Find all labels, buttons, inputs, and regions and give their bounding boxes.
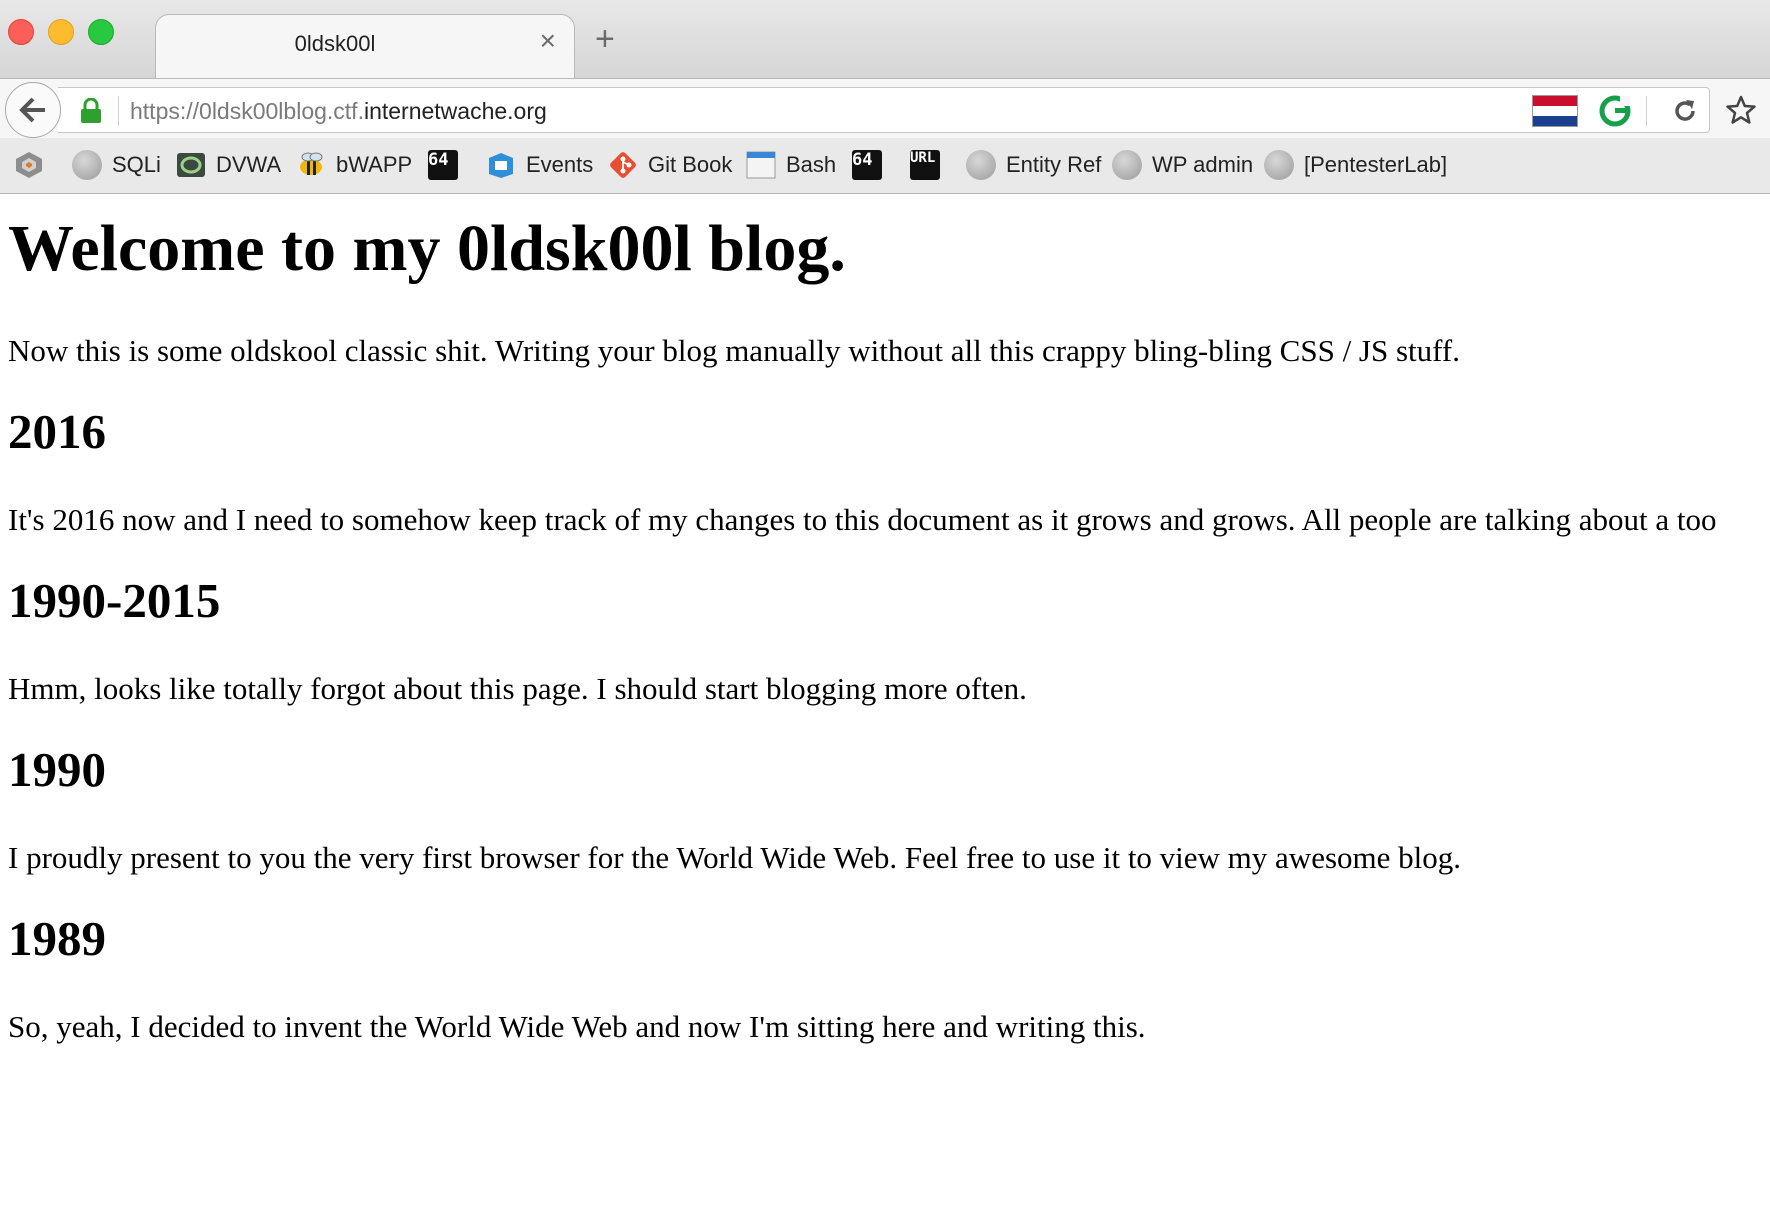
base64-icon: 64: [852, 150, 882, 180]
address-separator: [118, 96, 119, 126]
bookmark-label: Events: [526, 152, 594, 177]
zoom-window-button[interactable]: [88, 19, 114, 45]
globe-icon: [966, 150, 996, 180]
section-title-1989: 1989: [8, 911, 106, 967]
globe-icon: [72, 150, 102, 180]
hackbar-icon: [14, 150, 44, 180]
section-text-1989: So, yeah, I decided to invent the World …: [8, 1008, 1146, 1044]
grammarly-icon[interactable]: [1598, 94, 1632, 133]
globe-icon: [1264, 150, 1294, 180]
star-icon[interactable]: [1726, 95, 1756, 130]
bookmark-label: Entity Ref: [1006, 152, 1102, 177]
section-text-1990: I proudly present to you the very first …: [8, 839, 1462, 875]
base64-icon: 64: [428, 150, 458, 180]
url-domain: internetwache.org: [363, 98, 547, 124]
netherlands-flag-icon[interactable]: [1532, 95, 1578, 132]
globe-icon: [1112, 150, 1142, 180]
intro-paragraph: Now this is some oldskool classic shit. …: [8, 332, 1461, 368]
bookmark-hackbar[interactable]: [14, 148, 54, 182]
reload-icon[interactable]: [1670, 96, 1700, 131]
bookmark-label: Bash: [786, 152, 837, 177]
bee-icon: [296, 150, 326, 180]
bookmarks-bar: SQLi DVWA bWAPP 64 Events Git Book Bash …: [0, 138, 1770, 194]
url-icon: URL: [910, 150, 940, 180]
bookmark-bwapp[interactable]: bWAPP: [296, 148, 412, 182]
git-icon: [608, 150, 638, 180]
bookmark-pentesterlab[interactable]: [PentesterLab]: [1264, 148, 1447, 182]
new-tab-button[interactable]: +: [595, 22, 615, 56]
url-text[interactable]: https://0ldsk00lblog.ctf.internetwache.o…: [130, 98, 547, 125]
close-window-button[interactable]: [8, 19, 34, 45]
bash-icon: [746, 150, 776, 180]
bookmark-base64-2[interactable]: 64: [852, 148, 892, 182]
tab-title: 0ldsk00l: [294, 31, 376, 56]
tab-close-icon[interactable]: ×: [540, 27, 556, 55]
bookmark-label: DVWA: [216, 152, 282, 177]
page-content: Welcome to my 0ldsk00l blog. Now this is…: [8, 195, 1770, 1220]
bookmark-url[interactable]: URL: [910, 148, 950, 182]
bookmark-entity-ref[interactable]: Entity Ref: [966, 148, 1101, 182]
minimize-window-button[interactable]: [48, 19, 74, 45]
bookmark-label: [PentesterLab]: [1304, 152, 1448, 177]
section-text-2016: It's 2016 now and I need to somehow keep…: [8, 501, 1717, 537]
bookmark-label: SQLi: [112, 152, 161, 177]
page-heading: Welcome to my 0ldsk00l blog.: [8, 212, 846, 285]
section-text-1990-2015: Hmm, looks like totally forgot about thi…: [8, 670, 1027, 706]
tab-strip: 0ldsk00l × +: [0, 0, 1770, 78]
bookmark-label: WP admin: [1152, 152, 1254, 177]
section-title-1990: 1990: [8, 741, 106, 797]
bookmark-dvwa[interactable]: DVWA: [176, 148, 281, 182]
back-button[interactable]: [5, 82, 61, 138]
url-prefix: https://0ldsk00lblog.ctf.: [130, 98, 364, 124]
tab-active[interactable]: 0ldsk00l ×: [155, 14, 575, 78]
bookmark-label: bWAPP: [336, 152, 413, 177]
bookmark-events[interactable]: Events: [486, 148, 593, 182]
navigation-bar: https://0ldsk00lblog.ctf.internetwache.o…: [0, 78, 1770, 139]
address-bar[interactable]: https://0ldsk00lblog.ctf.internetwache.o…: [58, 87, 1710, 133]
bookmark-base64-1[interactable]: 64: [428, 148, 468, 182]
dvwa-icon: [176, 150, 206, 180]
bookmark-git-book[interactable]: Git Book: [608, 148, 732, 182]
bookmark-bash[interactable]: Bash: [746, 148, 836, 182]
bookmark-sqli[interactable]: SQLi: [72, 148, 161, 182]
bookmark-wp-admin[interactable]: WP admin: [1112, 148, 1253, 182]
back-arrow-icon: [19, 97, 45, 123]
events-icon: [486, 150, 516, 180]
address-separator-right: [1646, 96, 1647, 126]
section-title-1990-2015: 1990-2015: [8, 572, 221, 628]
section-title-2016: 2016: [8, 403, 106, 459]
bookmark-label: Git Book: [648, 152, 733, 177]
lock-icon[interactable]: [80, 97, 102, 129]
